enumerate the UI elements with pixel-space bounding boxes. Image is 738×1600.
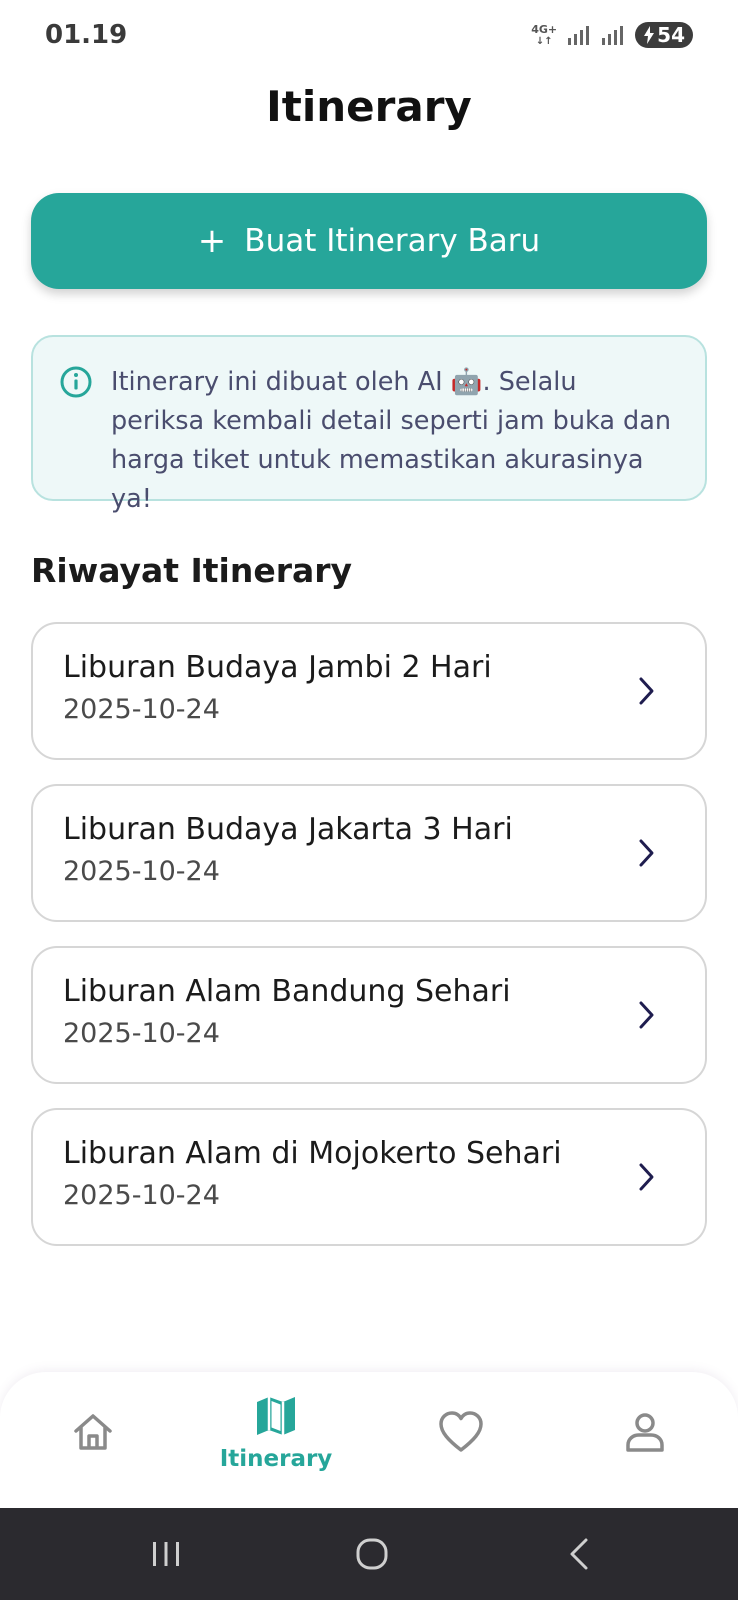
itinerary-card-date: 2025-10-24: [63, 856, 220, 887]
home-system-button[interactable]: [327, 1508, 417, 1600]
plus-icon: +: [197, 221, 227, 261]
profile-icon: [626, 1413, 664, 1452]
home-icon: [74, 1414, 112, 1450]
status-time: 01.19: [45, 20, 128, 50]
history-section-title: Riwayat Itinerary: [31, 551, 353, 590]
itinerary-card-title: Liburan Alam Bandung Sehari: [63, 974, 511, 1009]
system-navigation-bar: [0, 1508, 738, 1600]
map-icon: [257, 1397, 295, 1435]
recent-apps-icon: [153, 1542, 179, 1566]
itinerary-card-title: Liburan Alam di Mojokerto Sehari: [63, 1136, 562, 1171]
home-circle-icon: [356, 1538, 388, 1570]
itinerary-card[interactable]: Liburan Alam Bandung Sehari 2025-10-24: [31, 946, 707, 1084]
status-icons: 4G+ ↓↑ 54: [531, 20, 693, 50]
ai-disclaimer-text: Itinerary ini dibuat oleh AI 🤖. Selalu p…: [111, 367, 672, 514]
chevron-right-icon: [639, 1163, 654, 1191]
create-itinerary-label: Buat Itinerary Baru: [244, 223, 541, 259]
signal-icon-2: [602, 26, 624, 45]
back-button[interactable]: [534, 1508, 624, 1600]
nav-itinerary[interactable]: Itinerary: [216, 1372, 336, 1508]
nav-home[interactable]: [33, 1372, 153, 1508]
battery-indicator: 54: [635, 22, 693, 48]
itinerary-card-title: Liburan Budaya Jakarta 3 Hari: [63, 812, 513, 847]
ai-disclaimer-box: Itinerary ini dibuat oleh AI 🤖. Selalu p…: [31, 335, 707, 514]
status-bar: 01.19 4G+ ↓↑ 54: [0, 0, 738, 70]
chevron-right-icon: [639, 677, 654, 705]
itinerary-screen: 01.19 4G+ ↓↑ 54 Itinerary + Buat Itinera…: [0, 0, 738, 1600]
itinerary-card[interactable]: Liburan Budaya Jambi 2 Hari 2025-10-24: [31, 622, 707, 760]
network-type: 4G+ ↓↑: [531, 24, 557, 47]
itinerary-card[interactable]: Liburan Alam di Mojokerto Sehari 2025-10…: [31, 1108, 707, 1246]
recent-apps-button[interactable]: [121, 1508, 211, 1600]
nav-profile[interactable]: [585, 1372, 705, 1508]
itinerary-card-date: 2025-10-24: [63, 1018, 220, 1049]
battery-level: 54: [657, 23, 685, 47]
charging-icon: [644, 26, 655, 44]
chevron-right-icon: [639, 839, 654, 867]
page-title: Itinerary: [266, 82, 472, 131]
itinerary-card-title: Liburan Budaya Jambi 2 Hari: [63, 650, 492, 685]
chevron-right-icon: [639, 1001, 654, 1029]
itinerary-card[interactable]: Liburan Budaya Jakarta 3 Hari 2025-10-24: [31, 784, 707, 922]
data-arrows-icon: ↓↑: [535, 35, 553, 47]
nav-favorites[interactable]: [401, 1372, 521, 1508]
nav-itinerary-label: Itinerary: [219, 1446, 333, 1472]
itinerary-card-date: 2025-10-24: [63, 1180, 220, 1211]
heart-icon: [439, 1411, 483, 1452]
back-arrow-icon: [570, 1538, 588, 1570]
bottom-navigation: Itinerary: [0, 1372, 738, 1508]
create-itinerary-button[interactable]: + Buat Itinerary Baru: [31, 193, 707, 289]
info-icon: [60, 366, 92, 398]
network-type-label: 4G+: [531, 22, 558, 36]
itinerary-card-date: 2025-10-24: [63, 694, 220, 725]
signal-icon: [568, 26, 590, 45]
